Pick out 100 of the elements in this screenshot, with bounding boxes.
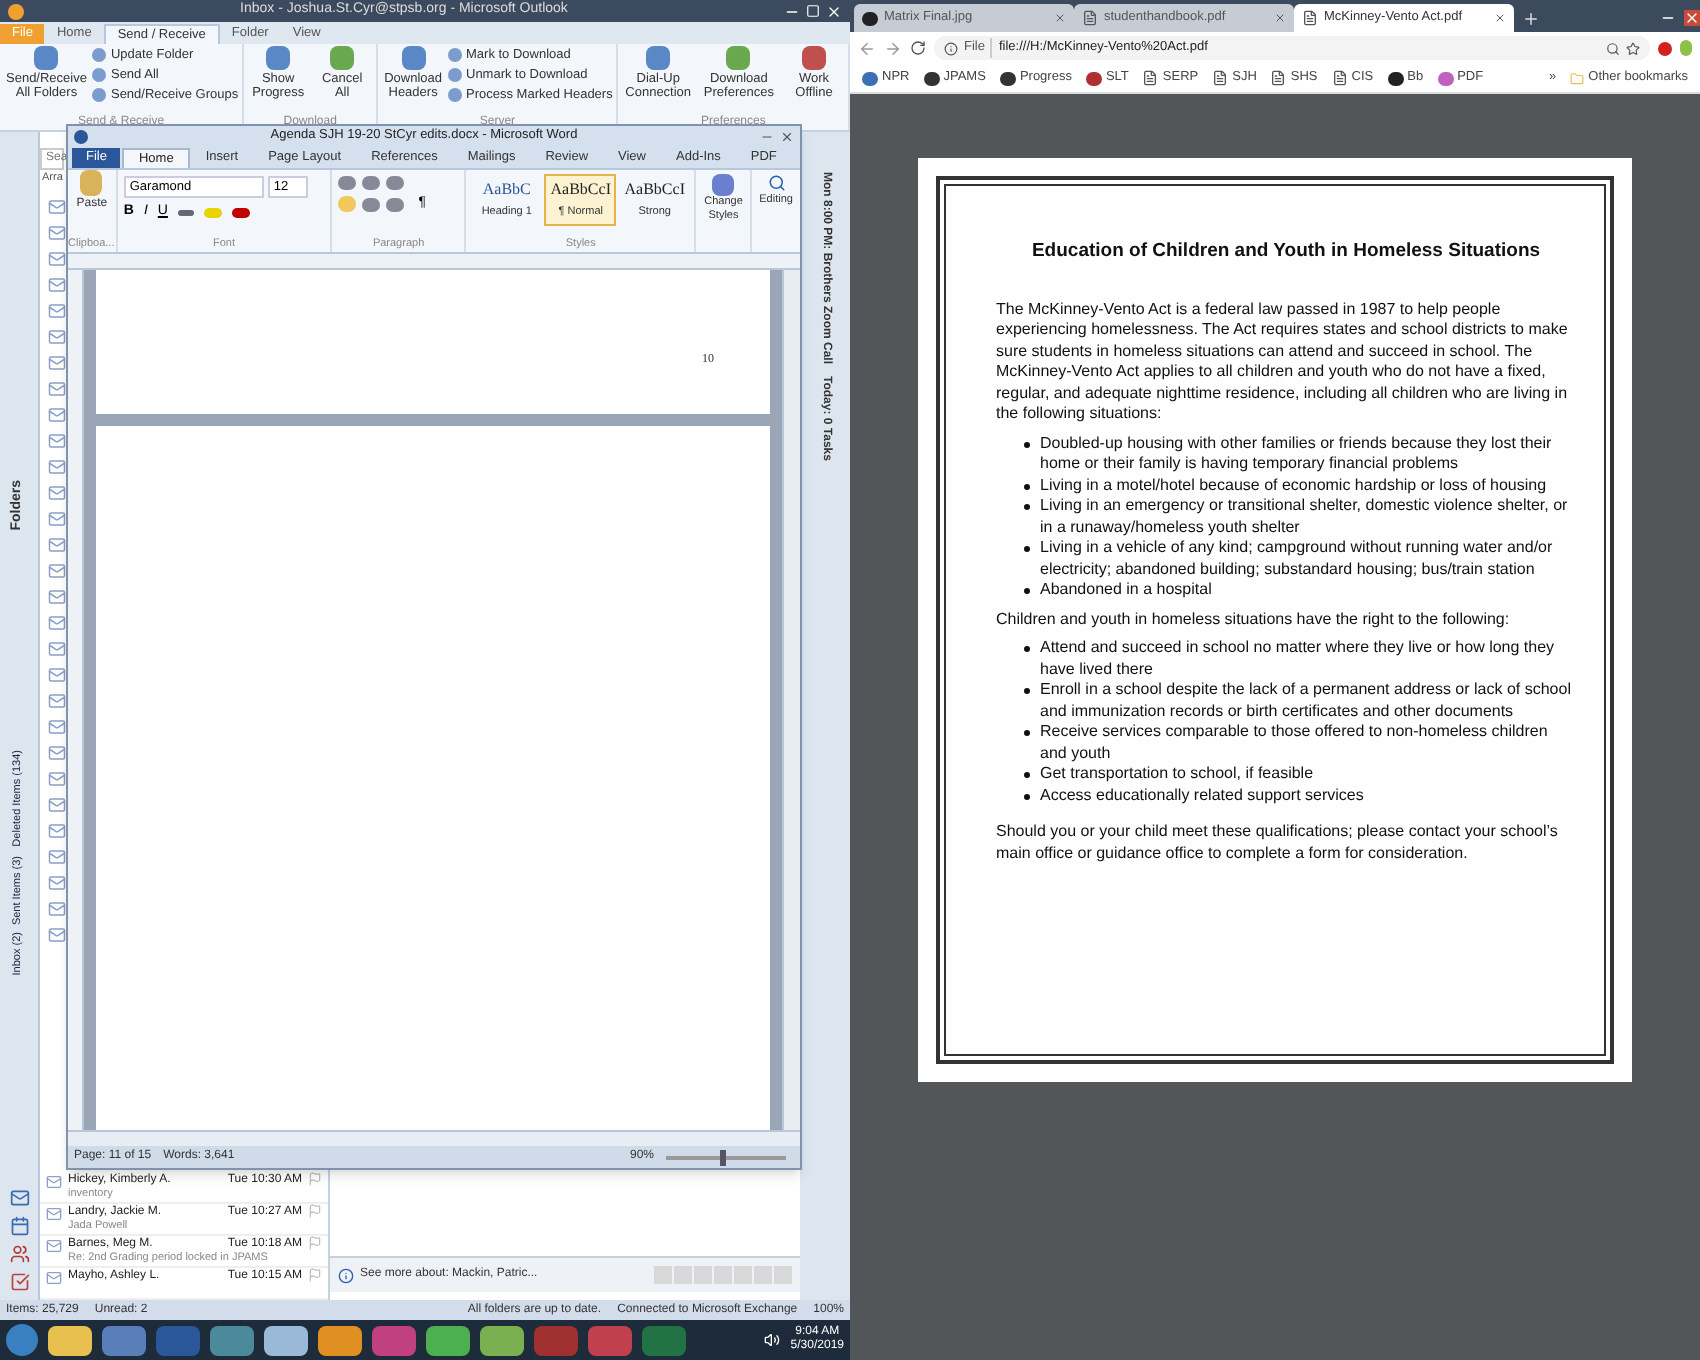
envelope-icon [46,1270,62,1286]
paragraph: Should you or your child meet these qualifications; please contact your school’s main office or guidance office to complete a form for consideration. [996,822,1560,864]
align-right-icon [386,197,405,211]
page-icon [1270,70,1287,86]
bullets-icon [338,176,357,190]
envelope-icon [48,588,66,606]
bullet-icon [1024,546,1030,552]
bookmark-icon [1387,71,1404,85]
envelope-icon [48,302,66,320]
taskbar-app-icon [534,1325,578,1355]
info-icon [944,41,958,55]
tasks-icon[interactable] [9,1272,29,1292]
horizontal-scrollbar[interactable] [68,1130,800,1146]
bullet-icon [1024,441,1030,447]
numbering-icon [362,176,381,190]
vertical-scrollbar[interactable] [782,270,800,1130]
bookmark-star-icon[interactable] [1626,41,1640,55]
highlight-icon [203,207,222,217]
bullet-icon [1024,793,1030,799]
envelope-icon [48,848,66,866]
envelope-icon [48,796,66,814]
envelope-icon [48,276,66,294]
taskbar-app-icon [264,1325,308,1355]
list-item: Living in an emergency or transitional shelter, domestic violence shelter, or in a runaway/homeless youth shelter [1040,496,1570,538]
taskbar-app-icon [480,1325,524,1355]
new-tab-icon[interactable] [1522,10,1540,28]
envelope-icon [48,536,66,554]
taskbar-app-icon [426,1325,470,1355]
envelope-icon [48,692,66,710]
close-icon[interactable] [1494,12,1506,24]
align-center-icon [362,197,381,211]
close-icon[interactable] [1274,12,1286,24]
calendar-icon[interactable] [9,1216,29,1236]
taskbar-app-icon [372,1325,416,1355]
close-icon[interactable] [1054,12,1066,24]
bookmark-icon [923,71,940,85]
zoom-slider-thumb[interactable] [720,1149,726,1165]
paragraph: Children and youth in homeless situations have the right to the following: [996,609,1512,630]
bullet-icon [1024,588,1030,594]
taskbar-app-icon [48,1325,92,1355]
ribbon-icon [330,46,355,70]
maximize-icon[interactable] [806,4,820,18]
bullet-icon [1024,483,1030,489]
back-icon[interactable] [858,39,876,57]
taskbar-app-icon [318,1325,362,1355]
bullet-icon [1024,772,1030,778]
styles-icon [712,174,735,196]
bullet-icon [1024,688,1030,694]
app-icon [8,3,24,19]
envelope-icon [46,1174,62,1190]
page-icon [1212,70,1229,86]
ribbon-icon [266,46,291,70]
close-icon[interactable] [780,129,794,143]
reload-icon[interactable] [910,40,926,56]
forward-icon[interactable] [884,39,902,57]
binoculars-icon [767,174,786,192]
envelope-icon [48,198,66,216]
list-item: Living in a vehicle of any kind; campground without running water and/or electricity; abandoned building; substandard housing; bus/train station [1040,538,1555,580]
page-icon [1302,10,1318,26]
font-color-icon [231,207,250,217]
envelope-icon [48,562,66,580]
info-icon [338,1267,354,1283]
taskbar-app-icon [102,1325,146,1355]
mail-icon[interactable] [9,1188,29,1208]
envelope-icon [48,354,66,372]
list-item: Get transportation to school, if feasible [1040,764,1314,785]
bullet-icon [1024,730,1030,736]
bookmark-icon [1085,71,1102,85]
ribbon-icon [401,46,426,70]
ribbon-icon [726,46,751,70]
envelope-icon [48,770,66,788]
taskbar-app-icon [156,1325,200,1355]
bookmark-icon [999,71,1016,85]
list-item: Attend and succeed in school no matter where they live or how long they have lived there [1040,638,1557,680]
envelope-icon [48,926,66,944]
envelope-icon [48,250,66,268]
envelope-icon [48,380,66,398]
envelope-icon [48,640,66,658]
search-icon[interactable] [1606,41,1620,55]
envelope-icon [48,432,66,450]
ribbon-icon [646,46,671,70]
bookmark-icon [862,11,878,25]
envelope-icon [48,822,66,840]
page-icon [1082,10,1098,26]
bullet-icon [1024,646,1030,652]
envelope-icon [48,744,66,762]
ribbon-icon [802,46,826,70]
page-icon [1331,70,1348,86]
folder-icon [1570,71,1585,85]
envelope-icon [48,484,66,502]
envelope-icon [48,328,66,346]
list-item: Access educationally related support services [1040,785,1364,806]
envelope-icon [48,406,66,424]
bookmark-icon [1437,71,1454,85]
contacts-icon[interactable] [9,1244,29,1264]
list-item: Living in a motel/hotel because of economic hardship or loss of housing [1040,475,1547,496]
bookmark-icon [862,71,878,85]
document-title: Education of Children and Youth in Homeless Situations [1029,242,1543,263]
envelope-icon [48,874,66,892]
volume-icon[interactable] [764,1332,781,1348]
